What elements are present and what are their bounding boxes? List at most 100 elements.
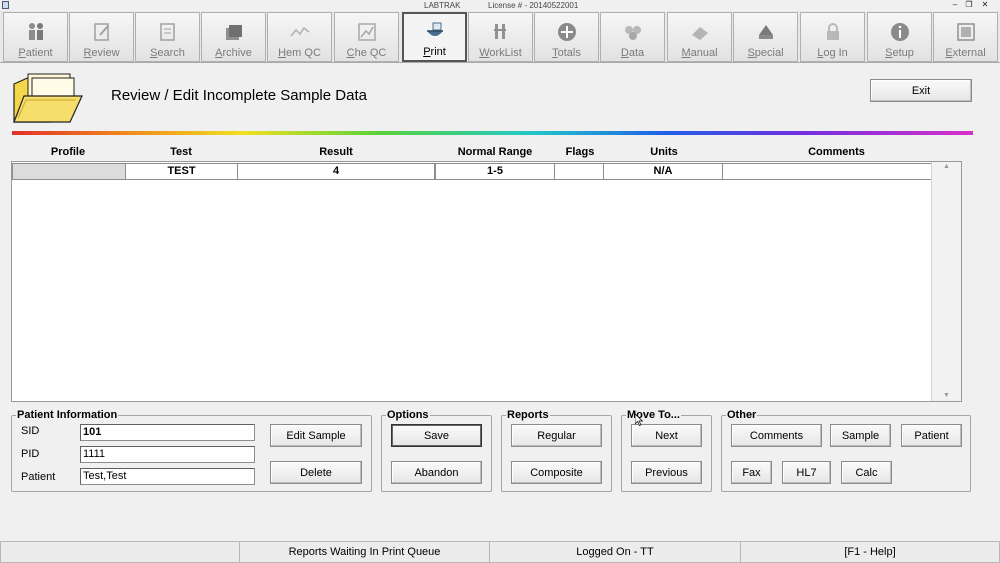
toolbar-button-external[interactable]: External	[933, 12, 998, 62]
totals-icon	[556, 21, 578, 43]
cell-comments[interactable]	[722, 163, 932, 180]
abandon-button[interactable]: Abandon	[391, 461, 482, 484]
rainbow-divider	[12, 131, 973, 135]
toolbar-button-archive[interactable]: Archive	[201, 12, 266, 62]
page-title: Review / Edit Incomplete Sample Data	[111, 87, 367, 104]
toolbar-button-setup[interactable]: Setup	[867, 12, 932, 62]
toolbar-label: Data	[620, 47, 645, 59]
status-panel-empty	[0, 541, 240, 563]
restore-button[interactable]: ❐	[964, 0, 974, 9]
exit-button[interactable]: Exit	[870, 79, 972, 102]
pid-field[interactable]: 1111	[80, 446, 255, 463]
patient-icon	[25, 21, 47, 43]
toolbar-label: Archive	[215, 47, 252, 59]
hem-qc-icon	[289, 21, 311, 43]
mouse-cursor-icon	[635, 414, 643, 426]
results-grid: TEST 4 1-5 N/A ▲ ▼	[11, 161, 962, 402]
close-button[interactable]: ✕	[980, 0, 990, 9]
toolbar-label: External	[945, 47, 986, 59]
toolbar-button-special[interactable]: Special	[733, 12, 798, 62]
toolbar-button-search[interactable]: Search	[135, 12, 200, 62]
column-header-flags: Flags	[565, 146, 595, 158]
toolbar-label: Setup	[885, 47, 914, 59]
data-icon	[622, 21, 644, 43]
scroll-up-icon[interactable]: ▲	[932, 162, 961, 172]
lock-icon	[822, 21, 844, 43]
status-logged-on: Logged On - TT	[489, 541, 741, 563]
status-bar: Reports Waiting In Print Queue Logged On…	[0, 541, 1000, 563]
toolbar-label: WorkList	[479, 47, 522, 59]
scroll-down-icon[interactable]: ▼	[932, 391, 961, 401]
comments-button[interactable]: Comments	[731, 424, 822, 447]
cell-flags[interactable]	[554, 163, 604, 180]
group-title: Reports	[506, 409, 550, 421]
toolbar-button-totals[interactable]: Totals	[534, 12, 599, 62]
title-bar: LABTRAK License # - 20140522001 – ❐ ✕	[0, 0, 1000, 11]
pid-label: PID	[21, 448, 40, 460]
patient-label: Patient	[21, 471, 56, 483]
vertical-scrollbar[interactable]: ▲ ▼	[931, 162, 961, 401]
previous-button[interactable]: Previous	[631, 461, 702, 484]
delete-button[interactable]: Delete	[270, 461, 362, 484]
toolbar-label: Patient	[18, 47, 53, 59]
group-title: Patient Information	[16, 409, 119, 421]
column-header-profile: Profile	[50, 146, 86, 158]
toolbar-button-hem-qc[interactable]: Hem QC	[267, 12, 332, 62]
cell-test[interactable]: TEST	[125, 163, 238, 180]
toolbar-label: Log In	[817, 47, 848, 59]
toolbar-button-patient[interactable]: Patient	[3, 12, 68, 62]
info-icon	[889, 21, 911, 43]
group-title: Other	[726, 409, 758, 421]
status-print-queue: Reports Waiting In Print Queue	[239, 541, 490, 563]
column-header-test: Test	[170, 146, 192, 158]
calc-button[interactable]: Calc	[841, 461, 892, 484]
sid-field[interactable]: 101	[80, 424, 255, 441]
toolbar-label: Special	[747, 47, 784, 59]
license-number: License # - 20140522001	[488, 1, 579, 10]
external-icon	[955, 21, 977, 43]
save-button[interactable]: Save	[391, 424, 482, 447]
regular-report-button[interactable]: Regular	[511, 424, 602, 447]
worklist-icon	[490, 21, 512, 43]
toolbar-button-manual[interactable]: Manual	[667, 12, 732, 62]
edit-sample-button[interactable]: Edit Sample	[270, 424, 362, 447]
column-header-units: Units	[650, 146, 678, 158]
toolbar-button-log-in[interactable]: Log In	[800, 12, 865, 62]
next-button[interactable]: Next	[631, 424, 702, 447]
review-icon	[91, 21, 113, 43]
toolbar-button-che-qc[interactable]: Che QC	[334, 12, 399, 62]
minimize-button[interactable]: –	[950, 0, 960, 9]
toolbar-button-print[interactable]: Print	[402, 12, 467, 62]
che-qc-icon	[356, 21, 378, 43]
toolbar-label: Print	[423, 46, 446, 58]
toolbar-button-worklist[interactable]: WorkList	[468, 12, 533, 62]
toolbar-label: Review	[83, 47, 120, 59]
sid-label: SID	[21, 425, 40, 437]
app-icon	[2, 1, 9, 9]
column-header-normal-range: Normal Range	[457, 146, 533, 158]
column-header-result: Result	[319, 146, 353, 158]
toolbar-label: Hem QC	[278, 47, 321, 59]
window-title: LABTRAK	[424, 1, 461, 10]
patient-button[interactable]: Patient	[901, 424, 962, 447]
cell-normal-range[interactable]: 1-5	[435, 163, 555, 180]
fax-button[interactable]: Fax	[731, 461, 772, 484]
composite-report-button[interactable]: Composite	[511, 461, 602, 484]
column-header-comments: Comments	[808, 146, 865, 158]
cell-profile[interactable]	[12, 163, 126, 180]
group-title: Options	[386, 409, 430, 421]
cell-units[interactable]: N/A	[603, 163, 723, 180]
hl7-button[interactable]: HL7	[782, 461, 831, 484]
patient-name-field[interactable]: Test,Test	[80, 468, 255, 485]
special-icon	[755, 21, 777, 43]
sample-button[interactable]: Sample	[830, 424, 891, 447]
cell-result[interactable]: 4	[237, 163, 435, 180]
toolbar-button-data[interactable]: Data	[600, 12, 665, 62]
toolbar-button-review[interactable]: Review	[69, 12, 134, 62]
print-icon	[424, 20, 446, 42]
toolbar-label: Totals	[552, 47, 581, 59]
manual-icon	[689, 21, 711, 43]
toolbar-label: Manual	[681, 47, 718, 59]
toolbar-label: Search	[150, 47, 185, 59]
search-icon	[157, 21, 179, 43]
